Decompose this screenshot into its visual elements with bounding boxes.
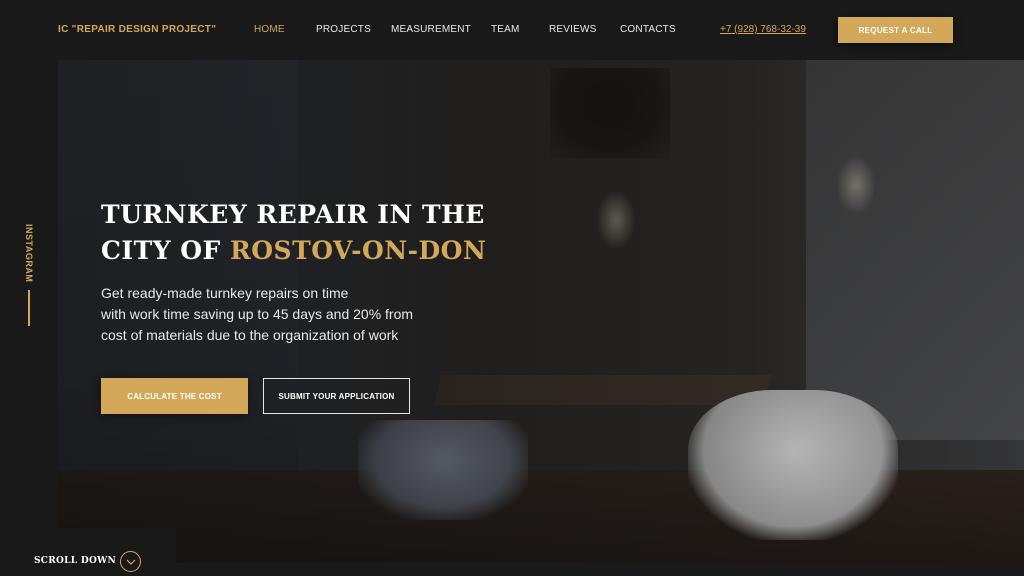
- submit-application-button[interactable]: SUBMIT YOUR APPLICATION: [263, 378, 410, 414]
- nav-item-measurement[interactable]: MEASUREMENT: [391, 24, 471, 35]
- hero-title-line1: TURNKEY REPAIR IN THE: [101, 200, 485, 229]
- nav-item-home[interactable]: HOME: [254, 24, 285, 35]
- nav-item-projects[interactable]: PROJECTS: [316, 24, 371, 35]
- scroll-down-label[interactable]: SCROLL DOWN: [34, 556, 116, 566]
- request-call-button[interactable]: REQUEST A CALL: [838, 17, 953, 43]
- hero-title-line2: CITY OF: [101, 236, 230, 265]
- chevron-down-icon[interactable]: [120, 551, 141, 572]
- scroll-down-panel: [0, 528, 176, 576]
- nav-item-reviews[interactable]: REVIEWS: [549, 24, 597, 35]
- nav-item-team[interactable]: TEAM: [491, 24, 520, 35]
- hero-subtitle: Get ready-made turnkey repairs on time w…: [101, 283, 431, 346]
- nav-item-contacts[interactable]: CONTACTS: [620, 24, 676, 35]
- hero-subtitle-line2: with work time saving up to 45 days and …: [101, 306, 414, 322]
- logo[interactable]: IC "REPAIR DESIGN PROJECT": [58, 24, 216, 35]
- site-header: IC "REPAIR DESIGN PROJECT" HOME PROJECTS…: [0, 0, 1024, 60]
- rail-divider: [28, 290, 30, 326]
- hero-title-accent: ROSTOV-ON-DON: [229, 236, 487, 265]
- instagram-link[interactable]: INSTAGRAM: [24, 224, 34, 282]
- hero-subtitle-line1: Get ready-made turnkey repairs on time: [101, 285, 349, 301]
- phone-link[interactable]: +7 (928) 768-32-39: [720, 24, 806, 35]
- calculate-cost-button[interactable]: CALCULATE THE COST: [101, 378, 248, 414]
- hero-subtitle-line3: cost of materials due to the organizatio…: [101, 327, 399, 343]
- hero-title: TURNKEY REPAIR IN THE CITY OF ROSTOV-ON-…: [101, 197, 521, 269]
